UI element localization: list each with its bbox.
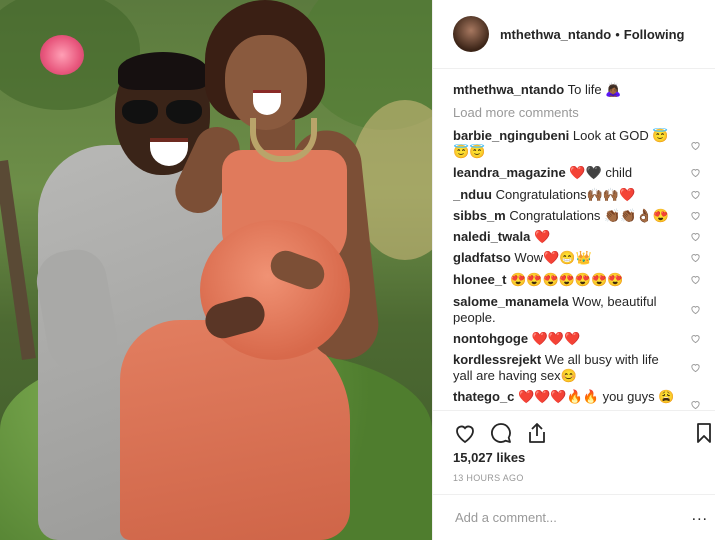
post-caption: mthethwa_ntando To life 🙇🏾‍♀️ — [453, 82, 621, 98]
heart-icon[interactable] — [690, 274, 701, 285]
man-hair — [118, 52, 208, 90]
comment-item: thatego_c ❤️❤️❤️🔥🔥 you guys 😩 — [453, 389, 705, 410]
comment-username[interactable]: naledi_twala — [453, 229, 530, 244]
comment-item: barbie_ngingubeni Look at GOD 😇😇😇 — [453, 128, 705, 160]
heart-icon[interactable] — [690, 189, 701, 200]
share-icon[interactable] — [525, 421, 549, 445]
comment-username[interactable]: nontohgoge — [453, 331, 528, 346]
comment-username[interactable]: barbie_ngingubeni — [453, 128, 569, 143]
add-comment-bar: ... — [433, 494, 715, 541]
bookmark-icon[interactable] — [692, 421, 715, 445]
comment-icon[interactable] — [489, 421, 513, 445]
comment-item: salome_manamela Wow, beautiful people. — [453, 294, 705, 326]
heart-icon[interactable] — [690, 362, 701, 373]
woman-face — [225, 35, 307, 130]
comment-text: 😍😍😍😍😍😍😍 — [510, 272, 624, 287]
comment-text: ❤️❤️❤️ — [531, 331, 581, 346]
comments-list[interactable]: barbie_ngingubeni Look at GOD 😇😇😇 leandr… — [453, 124, 705, 410]
heart-icon[interactable] — [690, 231, 701, 242]
baby-bump — [200, 220, 350, 360]
heart-icon[interactable] — [690, 333, 701, 344]
heart-icon[interactable] — [690, 399, 701, 410]
comment-username[interactable]: thatego_c — [453, 389, 514, 404]
comment-username[interactable]: gladfatso — [453, 250, 511, 265]
comment-text: Congratulations 👏🏾👏🏾👌🏾😍 — [509, 208, 669, 223]
avatar[interactable] — [453, 16, 489, 52]
comment-item: nontohgoge ❤️❤️❤️ — [453, 331, 705, 347]
comment-username[interactable]: _nduu — [453, 187, 492, 202]
heart-icon[interactable] — [690, 304, 701, 315]
comment-text: Wow❤️😁👑 — [514, 250, 592, 265]
comment-text: ❤️ — [533, 229, 551, 244]
comment-item: sibbs_m Congratulations 👏🏾👏🏾👌🏾😍 — [453, 208, 705, 224]
heart-icon[interactable] — [453, 421, 477, 445]
likes-count[interactable]: 15,027 likes — [453, 450, 525, 465]
comment-item: naledi_twala ❤️ — [453, 229, 705, 245]
comment-item: gladfatso Wow❤️😁👑 — [453, 250, 705, 266]
separator-dot: • — [615, 27, 620, 42]
comment-text: ❤️🖤 child — [569, 165, 633, 180]
post-sidebar: mthethwa_ntando • Following mthethwa_ntand… — [432, 0, 715, 540]
caption-text: To life 🙇🏾‍♀️ — [567, 82, 622, 97]
pink-flower — [40, 35, 84, 75]
comment-username[interactable]: leandra_magazine — [453, 165, 566, 180]
heart-icon[interactable] — [690, 167, 701, 178]
following-button[interactable]: Following — [624, 27, 685, 42]
post-header: mthethwa_ntando • Following — [433, 0, 715, 69]
comment-text: Congratulations🙌🏾🙌🏾❤️ — [495, 187, 636, 202]
comment-input[interactable] — [453, 509, 677, 526]
comment-username[interactable]: hlonee_t — [453, 272, 506, 287]
heart-icon[interactable] — [690, 252, 701, 263]
username-link[interactable]: mthethwa_ntando — [500, 27, 611, 42]
post-photo[interactable] — [0, 0, 432, 540]
header-text: mthethwa_ntando • Following — [500, 27, 684, 42]
more-options-icon[interactable]: ... — [692, 507, 708, 525]
comment-text: ❤️❤️❤️🔥🔥 you guys 😩 — [518, 389, 675, 404]
tree-trunk — [0, 159, 36, 361]
comment-username[interactable]: salome_manamela — [453, 294, 569, 309]
caption-username[interactable]: mthethwa_ntando — [453, 82, 564, 97]
post-timestamp[interactable]: 13 HOURS AGO — [453, 473, 524, 483]
comment-item: _nduu Congratulations🙌🏾🙌🏾❤️ — [453, 187, 705, 203]
dress-skirt — [120, 320, 350, 540]
comment-item: leandra_magazine ❤️🖤 child — [453, 165, 705, 181]
comment-username[interactable]: sibbs_m — [453, 208, 506, 223]
heart-icon[interactable] — [690, 140, 701, 151]
comment-username[interactable]: kordlessrejekt — [453, 352, 541, 367]
heart-icon[interactable] — [690, 210, 701, 221]
load-more-comments[interactable]: Load more comments — [453, 105, 579, 120]
comment-item: hlonee_t 😍😍😍😍😍😍😍 — [453, 272, 705, 288]
action-bar — [433, 410, 715, 451]
sunglasses — [122, 100, 204, 126]
comment-item: kordlessrejekt We all busy with life yal… — [453, 352, 705, 384]
